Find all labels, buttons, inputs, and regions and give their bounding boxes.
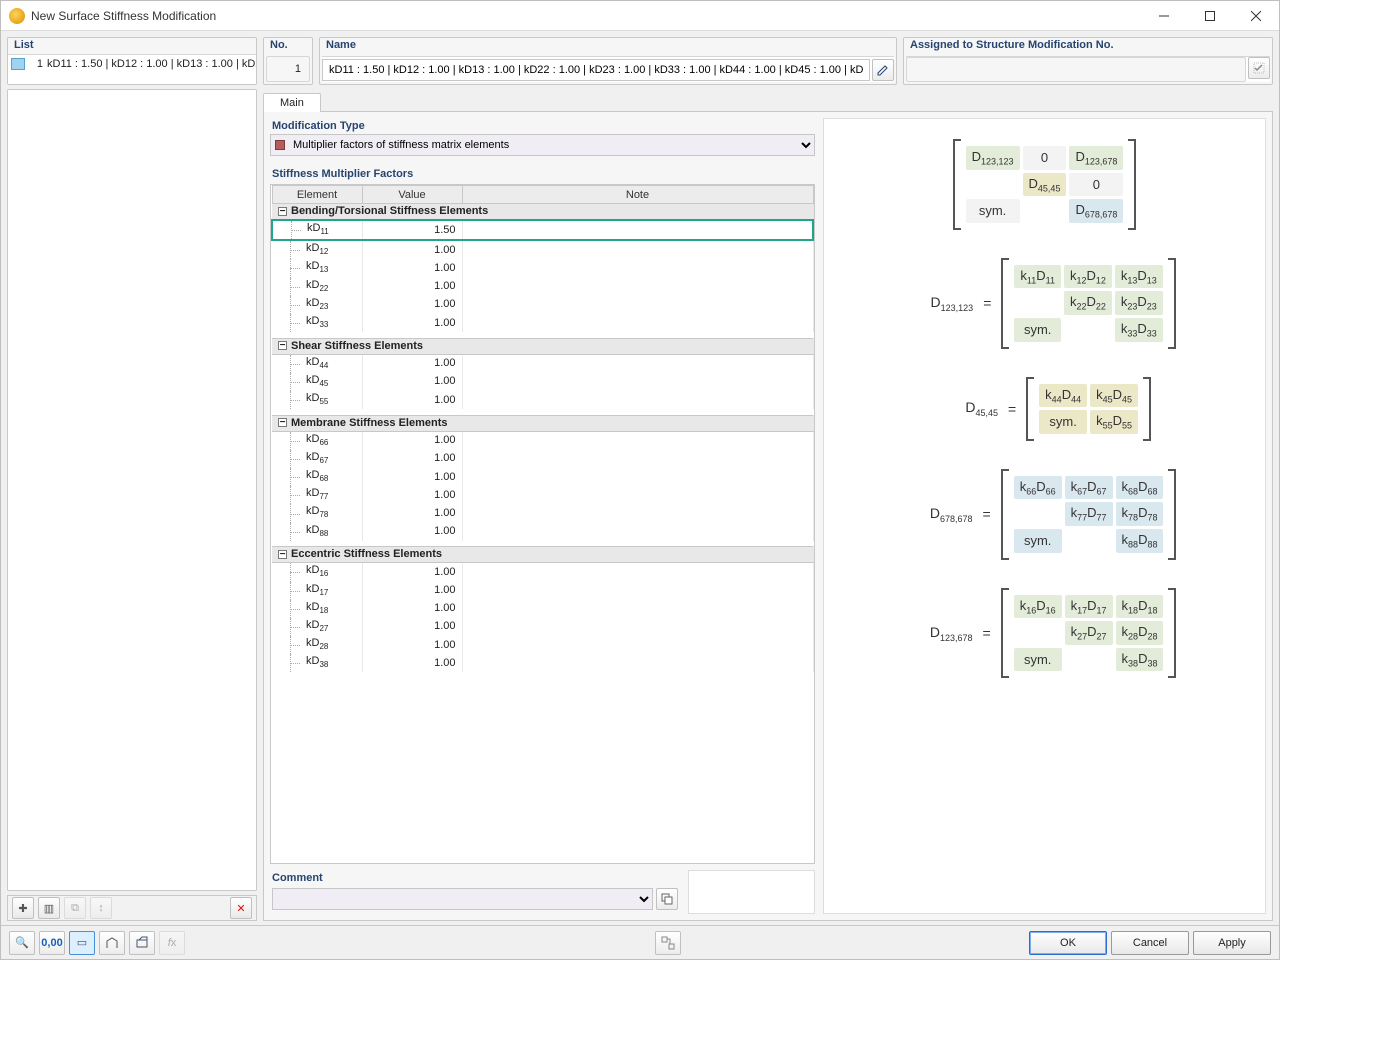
cancel-button[interactable]: Cancel [1111, 931, 1189, 955]
ok-button[interactable]: OK [1029, 931, 1107, 955]
grid-row[interactable]: kD111.50 [272, 220, 813, 240]
grid-row[interactable]: kD781.00 [272, 504, 813, 522]
edit-name-button[interactable] [872, 59, 894, 81]
grid-row[interactable]: kD131.00 [272, 259, 813, 277]
grid-row[interactable]: kD881.00 [272, 523, 813, 541]
view-2-button[interactable] [99, 931, 125, 955]
grid-row[interactable]: kD171.00 [272, 582, 813, 600]
grid-group[interactable]: −Eccentric Stiffness Elements [272, 547, 813, 563]
grid-row[interactable]: kD271.00 [272, 618, 813, 636]
grid-row[interactable]: kD671.00 [272, 450, 813, 468]
no-header: No. [264, 38, 312, 54]
no-value: 1 [266, 56, 310, 82]
window-title: New Surface Stiffness Modification [31, 9, 216, 23]
grid-group[interactable]: −Bending/Torsional Stiffness Elements [272, 204, 813, 221]
help-button[interactable]: 🔍 [9, 931, 35, 955]
factors-grid[interactable]: Element Value Note −Bending/Torsional St… [270, 184, 815, 864]
minimize-button[interactable] [1141, 1, 1187, 31]
close-button[interactable] [1233, 1, 1279, 31]
new-list-button[interactable]: ▥ [38, 897, 60, 919]
view-4-button[interactable]: fx [159, 931, 185, 955]
factors-label: Stiffness Multiplier Factors [270, 166, 815, 182]
modtype-color-icon [275, 140, 285, 150]
modtype-label: Modification Type [270, 118, 815, 134]
titlebar: New Surface Stiffness Modification [1, 1, 1279, 31]
grid-row[interactable]: kD381.00 [272, 654, 813, 672]
grid-row[interactable]: kD551.00 [272, 391, 813, 409]
copy-item-button[interactable]: ⧉ [64, 897, 86, 919]
col-value: Value [362, 186, 462, 204]
tab-main[interactable]: Main [263, 93, 321, 112]
grid-row[interactable]: kD231.00 [272, 296, 813, 314]
grid-row[interactable]: kD221.00 [272, 278, 813, 296]
pick-assigned-button[interactable] [1248, 57, 1270, 79]
dialog-window: New Surface Stiffness Modification List … [0, 0, 1280, 960]
grid-row[interactable]: kD121.00 [272, 240, 813, 259]
grid-row[interactable]: kD661.00 [272, 431, 813, 450]
apply-button[interactable]: Apply [1193, 931, 1271, 955]
units-button[interactable]: 0,00 [39, 931, 65, 955]
name-header: Name [320, 38, 896, 54]
modtype-select[interactable]: Multiplier factors of stiffness matrix e… [270, 134, 815, 156]
move-item-button[interactable]: ↕ [90, 897, 112, 919]
list-item-label: kD11 : 1.50 | kD12 : 1.00 | kD13 : 1.00 … [47, 58, 256, 70]
matrix-diagram: D123,1230D123,678D45,450sym.D678,678D123… [823, 118, 1266, 914]
number-panel: No. 1 [263, 37, 313, 85]
surface-icon [11, 58, 25, 70]
grid-row[interactable]: kD441.00 [272, 354, 813, 373]
list-item-number: 1 [29, 58, 43, 70]
maximize-button[interactable] [1187, 1, 1233, 31]
grid-group[interactable]: −Shear Stiffness Elements [272, 338, 813, 354]
col-element: Element [272, 186, 362, 204]
view-3-button[interactable] [129, 931, 155, 955]
grid-group[interactable]: −Membrane Stiffness Elements [272, 415, 813, 431]
grid-row[interactable]: kD281.00 [272, 636, 813, 654]
assigned-field[interactable] [906, 57, 1246, 82]
assigned-panel: Assigned to Structure Modification No. [903, 37, 1273, 85]
list-item[interactable]: 1 kD11 : 1.50 | kD12 : 1.00 | kD13 : 1.0… [8, 55, 256, 73]
comment-insert-button[interactable] [656, 888, 678, 910]
grid-row[interactable]: kD161.00 [272, 563, 813, 582]
grid-row[interactable]: kD681.00 [272, 468, 813, 486]
new-item-button[interactable]: ✚ [12, 897, 34, 919]
dialog-button-bar: 🔍 0,00 ▭ fx OK Cancel Apply [1, 925, 1279, 959]
grid-row[interactable]: kD331.00 [272, 314, 813, 332]
view-1-button[interactable]: ▭ [69, 931, 95, 955]
name-input[interactable] [322, 59, 870, 81]
grid-row[interactable]: kD451.00 [272, 373, 813, 391]
app-icon [9, 8, 25, 24]
matrix-tool-button[interactable] [655, 931, 681, 955]
comment-label: Comment [270, 870, 680, 886]
grid-row[interactable]: kD181.00 [272, 600, 813, 618]
list-header: List [8, 38, 256, 54]
grid-row[interactable]: kD771.00 [272, 486, 813, 504]
col-note: Note [462, 186, 813, 204]
list-toolbar: ✚ ▥ ⧉ ↕ ✕ [7, 895, 257, 921]
delete-item-button[interactable]: ✕ [230, 897, 252, 919]
name-panel: Name [319, 37, 897, 85]
comment-select[interactable] [272, 888, 653, 910]
comment-preview [688, 870, 815, 914]
assigned-header: Assigned to Structure Modification No. [904, 38, 1272, 54]
